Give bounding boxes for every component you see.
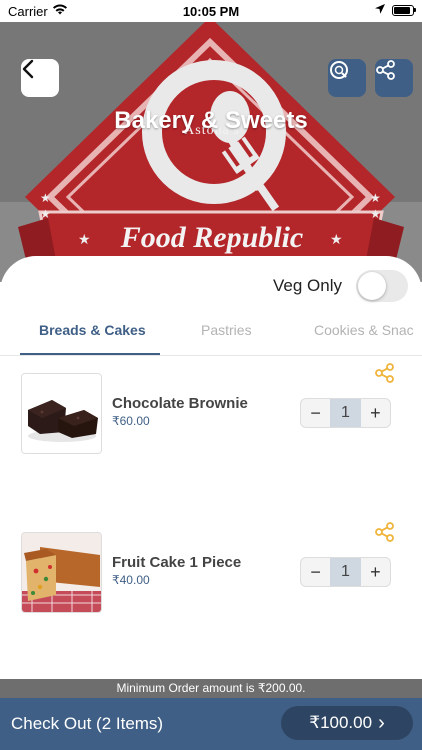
checkout-button[interactable]: Check Out (2 Items): [11, 714, 163, 734]
item-image-fruit-cake[interactable]: [21, 532, 102, 613]
toggle-knob: [358, 272, 386, 300]
menu-sheet: Veg Only Breads & Cakes Pastries Cookies…: [0, 256, 422, 686]
item-price: ₹60.00: [112, 414, 150, 428]
veg-only-toggle[interactable]: [356, 270, 408, 302]
veg-only-label: Veg Only: [273, 276, 342, 295]
list-item: Fruit Cake 1 Piece ₹40.00 − 1 +: [0, 515, 422, 655]
item-price: ₹40.00: [112, 573, 150, 587]
back-icon: [22, 59, 34, 79]
screen: Carrier 10:05 PM ★ ★ ★ ★ ★ ★ Astona's Fo…: [0, 0, 422, 750]
order-total: ₹100.00: [309, 713, 373, 732]
veg-only-filter: Veg Only: [273, 270, 408, 302]
svg-text:★: ★: [330, 232, 343, 248]
search-icon: [330, 61, 348, 79]
quantity-value: 1: [330, 558, 361, 586]
chevron-right-icon: ›: [378, 711, 385, 734]
item-share-button[interactable]: [374, 521, 396, 548]
svg-text:★: ★: [40, 207, 51, 221]
quantity-value: 1: [330, 399, 361, 427]
category-tabs: Breads & Cakes Pastries Cookies & Snac: [0, 316, 422, 356]
share-button[interactable]: [375, 59, 413, 97]
svg-text:★: ★: [40, 191, 51, 205]
search-button[interactable]: [328, 59, 366, 97]
back-button[interactable]: [21, 59, 59, 97]
share-icon: [375, 522, 394, 542]
quantity-stepper: − 1 +: [300, 557, 391, 587]
checkout-bar[interactable]: Check Out (2 Items) ₹100.00 ›: [0, 698, 422, 750]
tab-cookies-snacks[interactable]: Cookies & Snac: [314, 322, 414, 338]
decrement-button[interactable]: −: [301, 399, 330, 427]
item-image-brownie[interactable]: [21, 373, 102, 454]
store-banner: ★ ★ ★ ★ ★ ★ Astona's Food Republic The T…: [0, 22, 422, 282]
quantity-stepper: − 1 +: [300, 398, 391, 428]
svg-text:★: ★: [370, 207, 381, 221]
order-total-button[interactable]: ₹100.00 ›: [281, 706, 413, 740]
increment-button[interactable]: +: [361, 399, 390, 427]
increment-button[interactable]: +: [361, 558, 390, 586]
svg-text:Food Republic: Food Republic: [120, 221, 304, 254]
item-share-button[interactable]: [374, 362, 396, 389]
svg-text:★: ★: [78, 232, 91, 248]
tab-breads-cakes[interactable]: Breads & Cakes: [39, 322, 146, 338]
list-item: Chocolate Brownie ₹60.00 − 1 +: [0, 356, 422, 496]
battery-icon: [392, 5, 414, 16]
svg-text:★: ★: [370, 191, 381, 205]
share-icon: [375, 363, 394, 383]
battery-tip: [414, 8, 416, 12]
status-bar: Carrier 10:05 PM: [0, 0, 422, 22]
share-icon: [376, 60, 395, 80]
page-title: Bakery & Sweets: [114, 107, 308, 134]
tab-pastries[interactable]: Pastries: [201, 322, 252, 338]
status-time: 10:05 PM: [182, 4, 240, 19]
item-name: Fruit Cake 1 Piece: [112, 554, 242, 571]
decrement-button[interactable]: −: [301, 558, 330, 586]
minimum-order-note: Minimum Order amount is ₹200.00.: [0, 679, 422, 698]
location-icon: [374, 3, 386, 18]
item-name: Chocolate Brownie: [112, 395, 248, 412]
